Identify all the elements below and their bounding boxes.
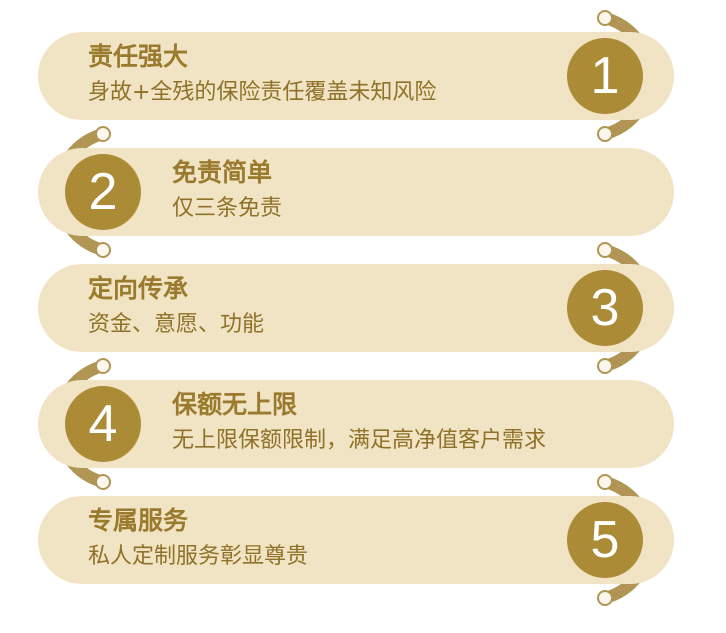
dot — [597, 242, 613, 258]
feature-desc: 无上限保额限制，满足高净值客户需求 — [172, 428, 547, 453]
feature-title: 定向传承 — [88, 274, 189, 303]
number-badge-5: 5 — [567, 502, 643, 578]
number-badge-2: 2 — [65, 154, 141, 230]
number-badge-1: 1 — [567, 38, 643, 114]
feature-desc: 私人定制服务彰显尊贵 — [88, 544, 309, 569]
feature-title: 保额无上限 — [172, 390, 298, 419]
number-badge-4: 4 — [65, 386, 141, 462]
dot — [597, 126, 613, 142]
dot — [597, 358, 613, 374]
feature-desc: 身故+全残的保险责任覆盖未知风险 — [88, 80, 437, 105]
dot — [95, 242, 111, 258]
feature-title: 免责简单 — [172, 158, 273, 187]
dot — [95, 126, 111, 142]
dot — [597, 590, 613, 606]
feature-desc: 仅三条免责 — [172, 196, 283, 221]
dot — [597, 474, 613, 490]
dot — [597, 10, 613, 26]
number-badge-3: 3 — [567, 270, 643, 346]
feature-title: 专属服务 — [88, 506, 189, 535]
feature-list: 责任强大 身故+全残的保险责任覆盖未知风险 1 免责简单 仅三条免责 2 定向传… — [0, 0, 726, 633]
feature-desc: 资金、意愿、功能 — [88, 312, 265, 337]
dot — [95, 474, 111, 490]
feature-title: 责任强大 — [88, 42, 189, 71]
dot — [95, 358, 111, 374]
